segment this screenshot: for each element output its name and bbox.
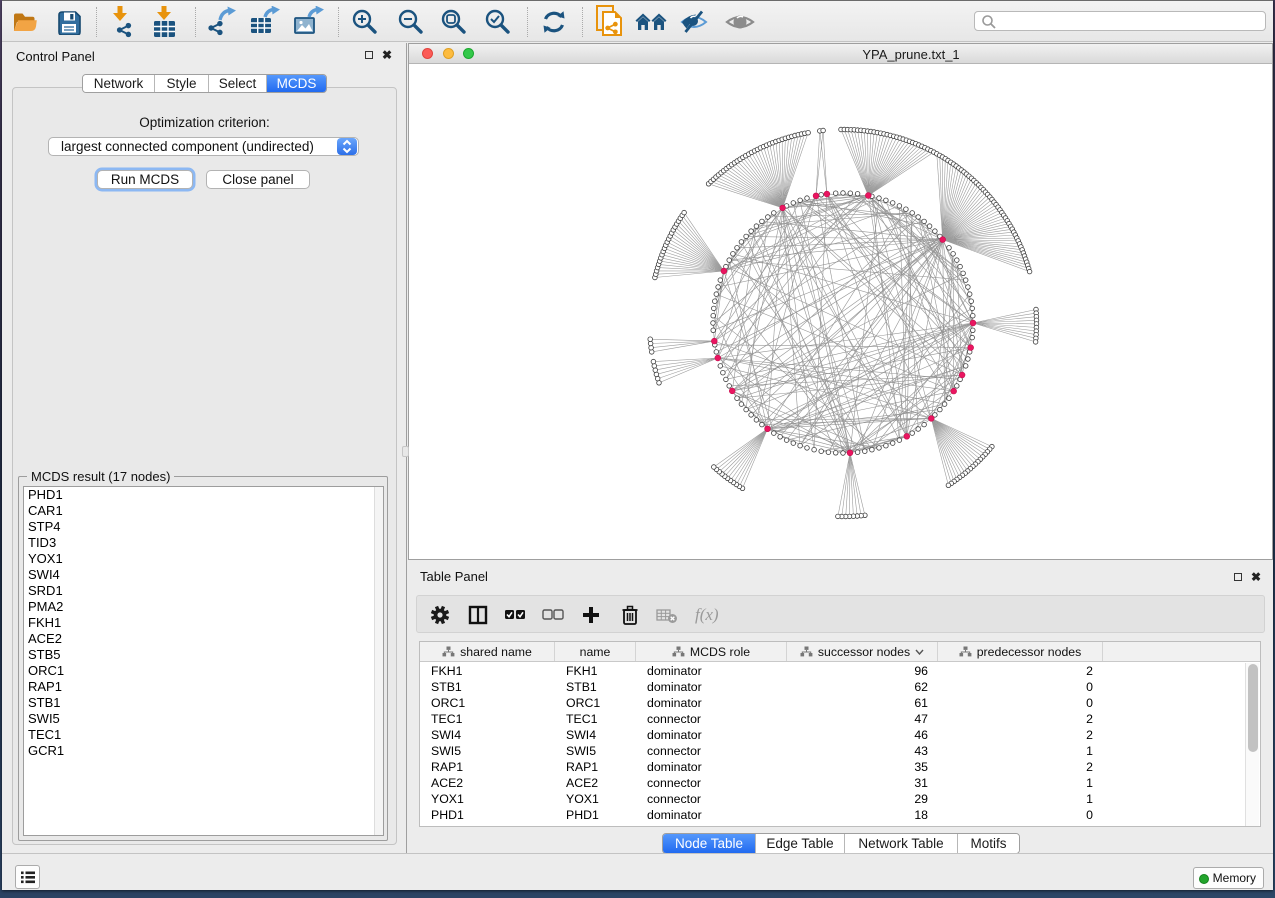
svg-text:f(x): f(x)	[695, 605, 719, 624]
